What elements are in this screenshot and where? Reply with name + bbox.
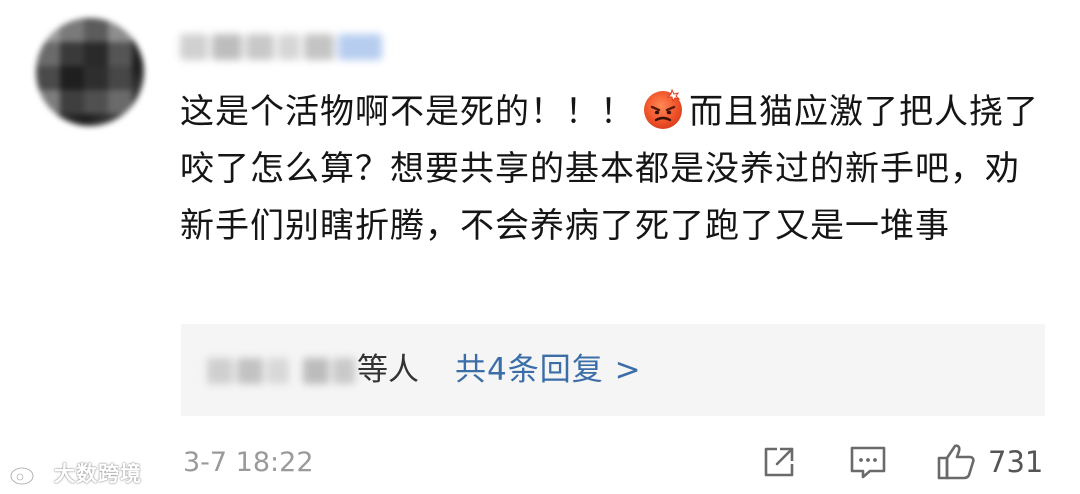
view-replies-link[interactable]: 共4条回复 > <box>455 350 642 390</box>
share-icon <box>764 447 794 477</box>
replies-others-label: 等人 <box>357 352 419 388</box>
username-blurred[interactable] <box>180 30 385 64</box>
comment-icon <box>850 446 886 479</box>
weibo-logo-icon <box>9 465 50 486</box>
replies-preview[interactable]: 等人 共4条回复 > <box>181 324 1045 416</box>
watermark-text: 大数跨境 <box>54 462 142 486</box>
like-button[interactable]: 731 <box>936 442 1043 482</box>
comment-text: 这是个活物啊不是死的！！！ 而且猫应激了把人挠了咬了怎么算？想要共享的基本都是没… <box>180 84 1040 255</box>
comment-text-part-1: 这是个活物啊不是死的！！！ <box>180 92 635 132</box>
like-count: 731 <box>988 445 1044 479</box>
angry-face-icon <box>641 87 685 131</box>
share-button[interactable] <box>760 442 798 482</box>
watermark: 大数跨境 <box>8 456 142 490</box>
reply-usernames-blurred[interactable] <box>207 355 357 387</box>
comment-button[interactable] <box>848 442 888 482</box>
user-avatar[interactable] <box>36 18 144 126</box>
comment-timestamp: 3-7 18:22 <box>183 447 314 478</box>
thumbs-up-icon <box>937 444 975 480</box>
